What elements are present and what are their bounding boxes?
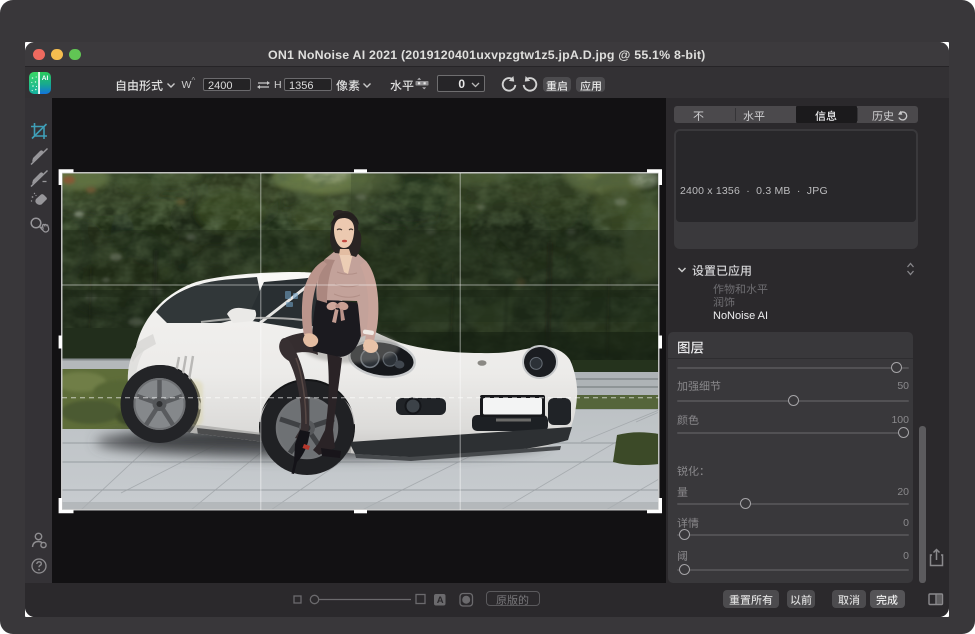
svg-text:AI: AI — [41, 75, 48, 82]
svg-text:A: A — [436, 595, 443, 606]
